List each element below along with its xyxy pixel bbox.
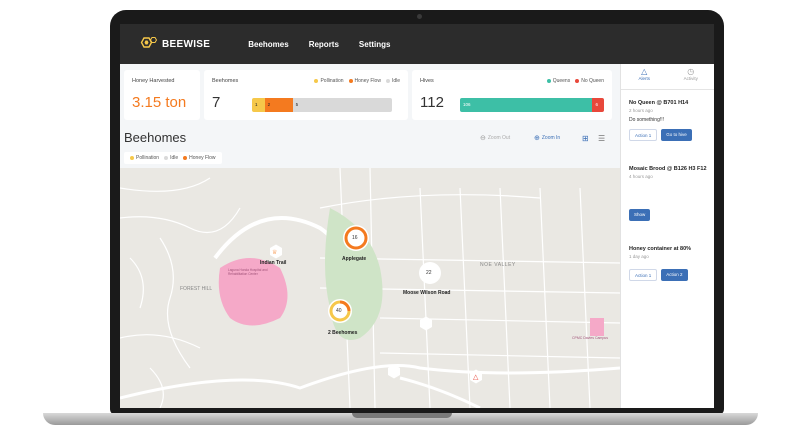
chip-pollination-label: Pollination	[136, 155, 160, 161]
svg-text:♕: ♕	[272, 249, 277, 256]
nav-beehomes[interactable]: Beehomes	[248, 40, 288, 49]
show-button[interactable]: Show	[629, 209, 651, 221]
top-nav: BEEWISE Beehomes Reports Settings	[120, 24, 714, 64]
hives-title: Hives	[420, 78, 434, 84]
svg-text:△: △	[473, 373, 479, 381]
beehomes-status-bar: 1 2 5	[252, 98, 392, 112]
alert-time: 2 hours ago	[629, 108, 653, 113]
app-screen: BEEWISE Beehomes Reports Settings Honey …	[120, 24, 714, 408]
action-1-button[interactable]: Action 1	[629, 129, 658, 141]
legend-queens: Queens	[552, 78, 571, 84]
section-title: Beehomes	[124, 130, 187, 145]
cluster-40-count[interactable]: 40	[336, 308, 342, 314]
hives-legend: Queens No Queen	[546, 78, 604, 84]
laptop-notch	[352, 413, 452, 418]
legend-honeyflow: Honey Flow	[354, 78, 381, 84]
map-label-laguna: Laguna Honda Hospital and Rehabilitation…	[228, 268, 268, 276]
idle-chip-dot-icon	[164, 155, 169, 160]
idle-dot-icon	[385, 78, 390, 83]
beehomes-legend: Pollination Honey Flow Idle	[314, 78, 400, 84]
laptop-frame: BEEWISE Beehomes Reports Settings Honey …	[0, 0, 801, 434]
chip-honeyflow-label: Honey Flow	[189, 155, 216, 161]
legend-pollination: Pollination	[320, 78, 344, 84]
cluster-22-count[interactable]: 22	[426, 270, 432, 276]
beehomes-map[interactable]: ♕ △ 16 40 22 Indian Trail Applegate Moos…	[120, 168, 620, 408]
bar-seg-honeyflow: 2	[264, 98, 293, 112]
alert-text: Do something!!!	[629, 117, 665, 123]
map-label-applegate: Applegate	[342, 256, 367, 262]
bar-seg-idle: 5	[292, 98, 392, 112]
map-label-noe-valley: NOE VALLEY	[480, 262, 516, 268]
bell-triangle-icon: △	[641, 67, 648, 76]
status-filter-chips: Pollination Idle Honey Flow	[124, 152, 222, 164]
go-to-hive-button[interactable]: Go to hive	[661, 129, 692, 141]
alerts-panel: △ Alerts ◷ Activity No Queen @ B701 H14 …	[620, 64, 714, 408]
queens-dot-icon	[546, 78, 551, 83]
map-label-indian-trail: Indian Trail	[260, 260, 287, 266]
tab-activity[interactable]: ◷ Activity	[668, 64, 715, 89]
legend-idle: Idle	[391, 78, 400, 84]
brand-logo[interactable]: BEEWISE	[140, 37, 210, 51]
chip-idle-label: Idle	[170, 155, 179, 161]
clock-icon: ◷	[687, 67, 695, 76]
alert-item: No Queen @ B701 H14 2 hours ago Do somet…	[629, 100, 692, 141]
hives-value: 112	[420, 94, 444, 111]
zoom-out-label: Zoom Out	[487, 135, 511, 141]
honeyflow-chip-dot-icon	[183, 155, 188, 160]
honey-value: 3.15 ton	[132, 94, 187, 111]
hexagon-logo-icon	[140, 37, 158, 48]
bar-seg-noqueen: 6	[592, 98, 604, 112]
beehomes-card: Beehomes Pollination Honey Flow Idle 7 1…	[204, 70, 408, 120]
alert-title: Honey container at 80%	[629, 246, 692, 252]
map-label-2-beehomes: 2 Beehomes	[328, 330, 358, 336]
alert-item: Honey container at 80% 1 day ago Action …	[629, 246, 691, 281]
alert-time: 1 day ago	[629, 254, 649, 259]
zoom-out-button[interactable]: ⊖ Zoom Out	[480, 134, 510, 142]
pollination-dot-icon	[314, 78, 319, 83]
zoom-out-icon: ⊖	[480, 135, 486, 142]
pollination-chip-dot-icon	[130, 155, 134, 160]
beehomes-value: 7	[212, 94, 221, 111]
map-label-moose-wilson: Moose Wilson Road	[403, 290, 451, 296]
camera	[417, 14, 422, 19]
chip-pollination[interactable]: Pollination	[130, 155, 159, 161]
chip-idle[interactable]: Idle	[164, 155, 178, 161]
alert-title: Mosaic Brood @ B126 H3 F12	[629, 166, 707, 172]
map-label-cpmc: CPMC Davies Campus	[572, 336, 608, 340]
hives-status-bar: 106 6	[460, 98, 604, 112]
bar-seg-queens: 106	[460, 98, 593, 112]
beehomes-title: Beehomes	[212, 78, 239, 84]
zoom-in-button[interactable]: ⊕ Zoom In	[534, 134, 560, 142]
action-1-button[interactable]: Action 1	[629, 269, 658, 281]
honey-title: Honey Harvested	[132, 78, 175, 84]
noqueen-dot-icon	[575, 78, 580, 83]
bar-seg-pollination: 1	[252, 98, 265, 112]
tab-activity-label: Activity	[683, 76, 698, 81]
honeyflow-dot-icon	[348, 78, 353, 83]
action-2-button[interactable]: Action 2	[661, 269, 688, 281]
list-view-icon[interactable]: ☰	[598, 134, 605, 143]
honey-card: Honey Harvested 3.15 ton	[124, 70, 200, 120]
brand-name: BEEWISE	[162, 38, 211, 50]
alert-title: No Queen @ B701 H14	[629, 100, 689, 106]
alert-item: Mosaic Brood @ B126 H3 F12 4 hours ago S…	[629, 166, 707, 221]
zoom-in-icon: ⊕	[534, 135, 540, 142]
hives-card: Hives Queens No Queen 112 106 6	[412, 70, 612, 120]
map-label-forest-hill: FOREST HILL	[180, 286, 213, 292]
nav-settings[interactable]: Settings	[359, 40, 391, 49]
map-view-icon[interactable]: ⊞	[582, 134, 589, 143]
chip-honeyflow[interactable]: Honey Flow	[183, 155, 216, 161]
alert-time: 4 hours ago	[629, 174, 653, 179]
cluster-16-count[interactable]: 16	[352, 235, 358, 241]
tab-alerts[interactable]: △ Alerts	[621, 64, 668, 89]
nav-reports[interactable]: Reports	[309, 40, 339, 49]
zoom-in-label: Zoom In	[541, 135, 561, 141]
legend-noqueen: No Queen	[581, 78, 604, 84]
main-content: Honey Harvested 3.15 ton Beehomes Pollin…	[120, 64, 620, 408]
tab-alerts-label: Alerts	[638, 76, 650, 81]
